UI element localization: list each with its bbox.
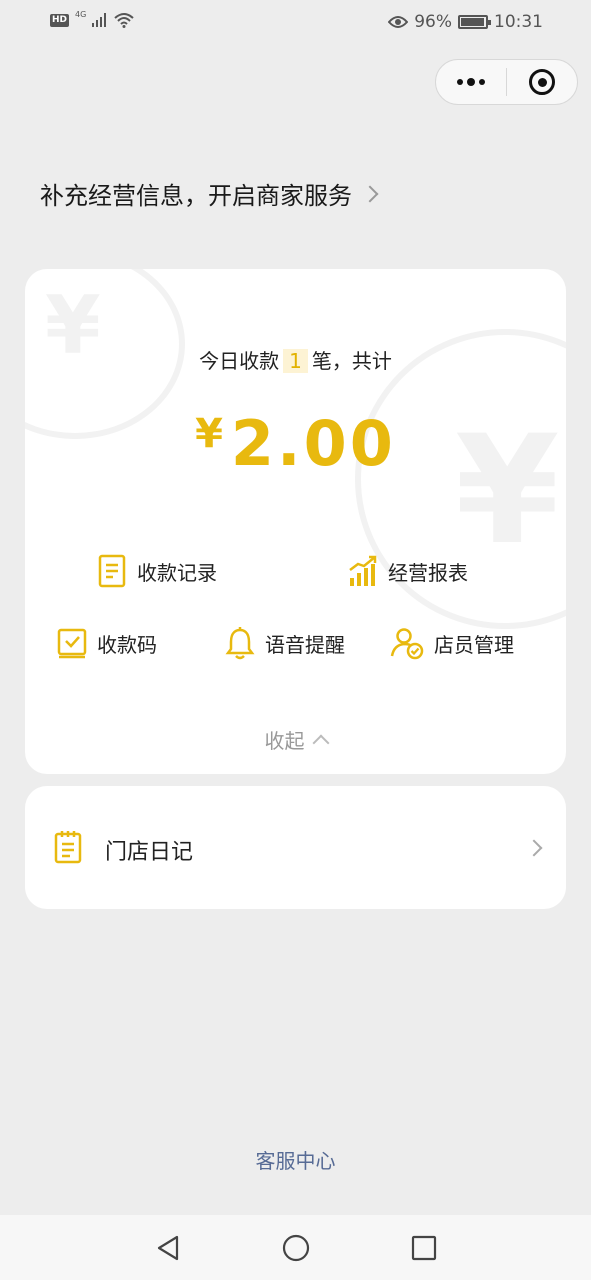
staff-button[interactable]: 店员管理 <box>390 626 514 660</box>
hd-badge: HD <box>50 13 70 27</box>
wifi-icon <box>114 13 134 28</box>
merchant-info-link[interactable]: 补充经营信息，开启商家服务 <box>40 176 379 211</box>
user-check-icon <box>390 628 424 660</box>
records-button[interactable]: 收款记录 <box>97 554 217 588</box>
store-diary-label: 门店日记 <box>105 840 194 865</box>
staff-label: 店员管理 <box>434 632 514 657</box>
network-type: 4G <box>75 9 87 19</box>
amount-value: 2.00 <box>230 407 396 480</box>
voice-button[interactable]: 语音提醒 <box>225 626 345 660</box>
customer-service-link[interactable]: 客服中心 <box>0 1145 591 1174</box>
status-bar: HD 4G 96% 10:31 <box>0 0 591 46</box>
qrcode-button[interactable]: 收款码 <box>57 626 157 660</box>
capsule-menu <box>435 59 578 105</box>
voice-label: 语音提醒 <box>265 632 345 657</box>
today-amount: ¥2.00 <box>25 407 566 480</box>
today-prefix: 今日收款 <box>199 349 280 373</box>
currency-symbol: ¥ <box>195 411 223 457</box>
back-icon[interactable] <box>153 1233 183 1263</box>
signal-icon <box>92 13 107 27</box>
records-label: 收款记录 <box>137 560 217 585</box>
document-icon <box>98 554 126 588</box>
summary-card: ¥ ¥ 今日收款 1 笔，共计 ¥2.00 收款记录 经营报表 收款码 语音提醒… <box>25 269 566 774</box>
today-suffix: 笔，共计 <box>311 349 392 373</box>
clock: 10:31 <box>494 12 543 32</box>
recents-icon[interactable] <box>409 1233 439 1263</box>
reports-button[interactable]: 经营报表 <box>348 554 468 588</box>
qrcode-label: 收款码 <box>97 632 157 657</box>
reports-label: 经营报表 <box>388 560 468 585</box>
home-icon[interactable] <box>281 1233 311 1263</box>
more-dots-icon[interactable] <box>436 60 506 104</box>
bar-chart-icon <box>349 555 377 586</box>
store-diary-item[interactable]: 门店日记 <box>25 786 566 909</box>
today-count: 1 <box>283 349 308 373</box>
target-close-icon[interactable] <box>507 60 577 104</box>
bell-icon <box>225 627 255 660</box>
chevron-right-icon <box>361 185 379 202</box>
status-right: 96% 10:31 <box>388 12 543 32</box>
merchant-info-text: 补充经营信息，开启商家服务 <box>40 182 352 210</box>
collapse-button[interactable]: 收起 <box>25 725 566 754</box>
chevron-right-icon <box>525 839 543 857</box>
notepad-icon <box>54 831 82 864</box>
today-summary: 今日收款 1 笔，共计 <box>25 345 566 374</box>
collapse-label: 收起 <box>264 729 305 753</box>
system-nav-bar <box>0 1215 591 1280</box>
battery-fill <box>461 18 485 26</box>
check-card-icon <box>57 628 87 659</box>
chevron-up-icon <box>312 734 329 751</box>
status-left: HD 4G <box>50 9 134 28</box>
battery-percent: 96% <box>414 12 452 32</box>
battery-icon <box>458 15 491 29</box>
eye-icon <box>388 16 409 28</box>
